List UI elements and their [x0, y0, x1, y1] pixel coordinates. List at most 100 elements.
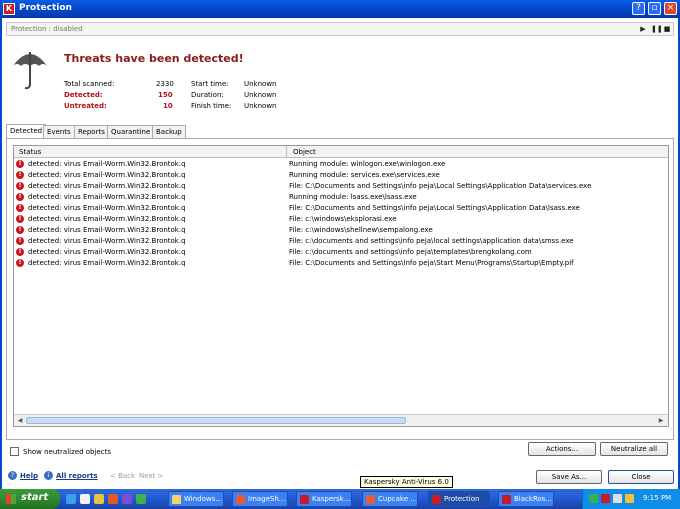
all-reports-link[interactable]: All reports: [56, 472, 98, 480]
table-row[interactable]: ! detected: virus Email-Worm.Win32.Bronto…: [14, 181, 668, 192]
table-row[interactable]: ! detected: virus Email-Worm.Win32.Bronto…: [14, 225, 668, 236]
protection-status-text: Protection : disabled: [11, 25, 83, 33]
column-separator[interactable]: [286, 146, 287, 158]
ie-quicklaunch-icon[interactable]: [66, 494, 76, 504]
untreated-label: Untreated:: [64, 102, 107, 110]
alert-icon: !: [16, 215, 24, 223]
row-object: Running module: services.exe\services.ex…: [289, 171, 440, 179]
app-quicklaunch-icon[interactable]: [122, 494, 132, 504]
table-row[interactable]: ! detected: virus Email-Worm.Win32.Bronto…: [14, 170, 668, 181]
next-link[interactable]: Next >: [139, 472, 163, 480]
close-icon[interactable]: ×: [664, 2, 677, 15]
show-neutralized-checkbox[interactable]: [10, 447, 19, 456]
help-icon[interactable]: ?: [632, 2, 645, 15]
tab-backup[interactable]: Backup: [152, 125, 186, 138]
scrollbar-thumb[interactable]: [26, 417, 406, 424]
help-link[interactable]: Help: [20, 472, 38, 480]
network-tray-icon[interactable]: [589, 494, 598, 503]
row-object: Running module: winlogon.exe\winlogon.ex…: [289, 160, 446, 168]
table-row[interactable]: ! detected: virus Email-Worm.Win32.Bronto…: [14, 247, 668, 258]
close-button[interactable]: Close: [608, 470, 674, 484]
taskbar-item-kaspersky[interactable]: Kaspersk...: [296, 491, 352, 507]
row-status: detected: virus Email-Worm.Win32.Brontok…: [28, 204, 186, 212]
taskbar-item-imageshack[interactable]: ImageSh...: [232, 491, 288, 507]
browser-icon: [366, 495, 375, 504]
table-row[interactable]: ! detected: virus Email-Worm.Win32.Bronto…: [14, 159, 668, 170]
row-status: detected: virus Email-Worm.Win32.Brontok…: [28, 259, 186, 267]
app2-quicklaunch-icon[interactable]: [136, 494, 146, 504]
row-object: Running module: lsass.exe\lsass.exe: [289, 193, 417, 201]
windows-flag-icon: [6, 494, 16, 504]
taskbar-clock: 9:15 PM: [643, 494, 672, 502]
alert-icon: !: [16, 204, 24, 212]
taskbar-item-cupcake[interactable]: Cupcake ...: [362, 491, 418, 507]
kaspersky-app-icon: K: [3, 3, 15, 15]
taskbar-item-protection[interactable]: Protection: [428, 491, 490, 507]
taskbar-tooltip: Kaspersky Anti-Virus 6.0: [360, 476, 453, 488]
table-row[interactable]: ! detected: virus Email-Worm.Win32.Bronto…: [14, 203, 668, 214]
alert-icon: !: [16, 226, 24, 234]
table-row[interactable]: ! detected: virus Email-Worm.Win32.Bronto…: [14, 192, 668, 203]
row-status: detected: virus Email-Worm.Win32.Brontok…: [28, 215, 186, 223]
alert-icon: !: [16, 237, 24, 245]
tab-quarantine[interactable]: Quarantine: [107, 125, 155, 138]
taskbar: start Windows... ImageSh... Kaspersk... …: [0, 489, 680, 509]
volume-tray-icon[interactable]: [613, 494, 622, 503]
help-circle-icon: ?: [8, 471, 17, 480]
save-as-button[interactable]: Save As...: [536, 470, 602, 484]
desktop-quicklaunch-icon[interactable]: [80, 494, 90, 504]
row-object: File: C:\Documents and Settings\info pej…: [289, 204, 580, 212]
row-status: detected: virus Email-Worm.Win32.Brontok…: [28, 237, 186, 245]
detected-label: Detected:: [64, 91, 103, 99]
neutralize-all-button[interactable]: Neutralize all: [600, 442, 668, 456]
alert-icon: !: [16, 259, 24, 267]
system-tray: 9:15 PM: [582, 489, 680, 509]
row-status: detected: virus Email-Worm.Win32.Brontok…: [28, 193, 186, 201]
row-object: File: c:\documents and settings\info pej…: [289, 248, 532, 256]
alert-icon: !: [16, 193, 24, 201]
table-row[interactable]: ! detected: virus Email-Worm.Win32.Bronto…: [14, 214, 668, 225]
status-column-header[interactable]: Status: [19, 148, 41, 156]
finish-time-label: Finish time:: [191, 102, 232, 110]
media-quicklaunch-icon[interactable]: [108, 494, 118, 504]
duration-label: Duration:: [191, 91, 224, 99]
horizontal-scrollbar[interactable]: ◀ ▶: [14, 414, 668, 426]
maximize-icon[interactable]: ▫: [648, 2, 661, 15]
start-button[interactable]: start: [0, 489, 60, 509]
alert-icon: !: [16, 248, 24, 256]
pause-icon[interactable]: ❚❚: [651, 25, 663, 33]
folder-quicklaunch-icon[interactable]: [94, 494, 104, 504]
back-link[interactable]: < Back: [110, 472, 135, 480]
kaspersky-tray-icon[interactable]: [601, 494, 610, 503]
untreated-value: 10: [163, 102, 173, 110]
table-rows: ! detected: virus Email-Worm.Win32.Bronto…: [14, 159, 668, 269]
object-column-header[interactable]: Object: [293, 148, 316, 156]
taskbar-item-blackrose[interactable]: BlackRos...: [498, 491, 554, 507]
start-label: start: [21, 492, 49, 503]
taskbar-item-windows[interactable]: Windows...: [168, 491, 224, 507]
kaspersky-icon: [502, 495, 511, 504]
duration-value: Unknown: [244, 91, 277, 99]
title-bar[interactable]: K Protection ? ▫ ×: [0, 0, 680, 18]
threats-headline: Threats have been detected!: [64, 52, 244, 65]
row-status: detected: virus Email-Worm.Win32.Brontok…: [28, 226, 186, 234]
reports-circle-icon: i: [44, 471, 53, 480]
tab-reports[interactable]: Reports: [74, 125, 109, 138]
stop-icon[interactable]: ■: [663, 25, 671, 33]
row-status: detected: virus Email-Worm.Win32.Brontok…: [28, 182, 186, 190]
table-row[interactable]: ! detected: virus Email-Worm.Win32.Bronto…: [14, 236, 668, 247]
scroll-left-icon[interactable]: ◀: [15, 416, 25, 425]
play-icon[interactable]: ▶: [639, 25, 647, 33]
table-row[interactable]: ! detected: virus Email-Worm.Win32.Bronto…: [14, 258, 668, 269]
tab-detected[interactable]: Detected: [6, 124, 47, 138]
kaspersky-icon: [432, 495, 441, 504]
actions-button[interactable]: Actions...: [528, 442, 596, 456]
finish-time-value: Unknown: [244, 102, 277, 110]
row-status: detected: virus Email-Worm.Win32.Brontok…: [28, 248, 186, 256]
folder-icon: [172, 495, 181, 504]
security-tray-icon[interactable]: [625, 494, 634, 503]
tab-events[interactable]: Events: [43, 125, 75, 138]
scroll-right-icon[interactable]: ▶: [656, 416, 666, 425]
show-neutralized-label: Show neutralized objects: [23, 448, 111, 456]
umbrella-icon: [13, 52, 47, 90]
